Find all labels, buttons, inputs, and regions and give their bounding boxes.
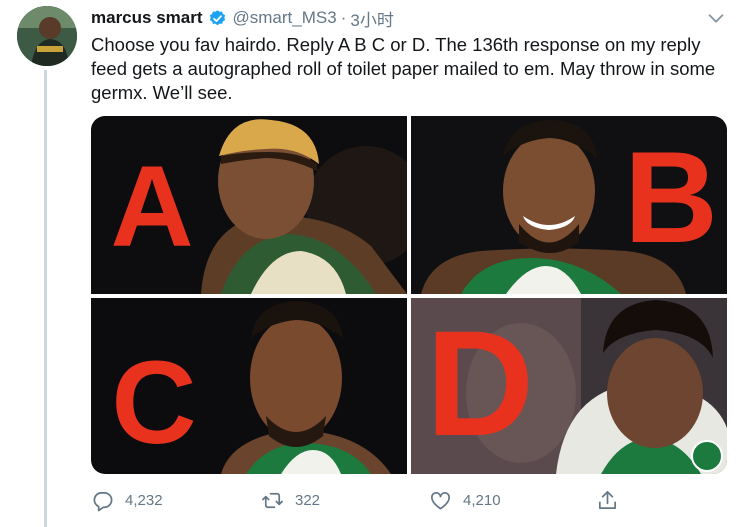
retweet-button[interactable]: 322 [261, 486, 320, 514]
svg-text:C: C [111, 338, 196, 458]
heart-icon [431, 491, 450, 510]
photo-d[interactable]: D [411, 298, 727, 474]
photo-a[interactable]: A [91, 116, 407, 294]
like-button[interactable]: 4,210 [429, 486, 501, 514]
verified-badge-icon [209, 9, 225, 25]
share-icon [598, 490, 617, 509]
retweet-count: 322 [295, 491, 321, 509]
reply-button[interactable]: 4,232 [91, 486, 163, 514]
chevron-down-icon[interactable] [705, 7, 727, 29]
thread-line [44, 70, 47, 527]
media-grid: A B C D [91, 116, 727, 474]
letter-d-mark: D [426, 300, 534, 450]
tweet-text: Choose you fav hairdo. Reply A B C or D.… [91, 34, 716, 103]
tweet-header: marcus smart @smart_MS3 · 3小时 [91, 6, 394, 31]
letter-c-mark: C [111, 338, 196, 458]
letter-a-mark: A [110, 146, 193, 261]
retweet-icon [262, 492, 283, 508]
avatar[interactable] [17, 6, 77, 66]
reply-icon [93, 491, 113, 511]
separator-dot: · [340, 8, 347, 27]
svg-text:A: A [110, 146, 193, 261]
photo-b[interactable]: B [411, 116, 727, 294]
like-count: 4,210 [463, 491, 501, 509]
letter-b-mark: B [624, 124, 718, 254]
display-name[interactable]: marcus smart [91, 8, 203, 28]
tweet-timestamp[interactable]: 3小时 [350, 6, 393, 31]
share-button[interactable] [596, 486, 630, 514]
reply-count: 4,232 [125, 491, 163, 509]
photo-c[interactable]: C [91, 298, 407, 474]
author-handle[interactable]: @smart_MS3 [233, 8, 337, 28]
tweet-actions: 4,232 322 4,210 [91, 486, 731, 514]
svg-text:B: B [624, 124, 718, 254]
svg-text:D: D [426, 300, 534, 450]
